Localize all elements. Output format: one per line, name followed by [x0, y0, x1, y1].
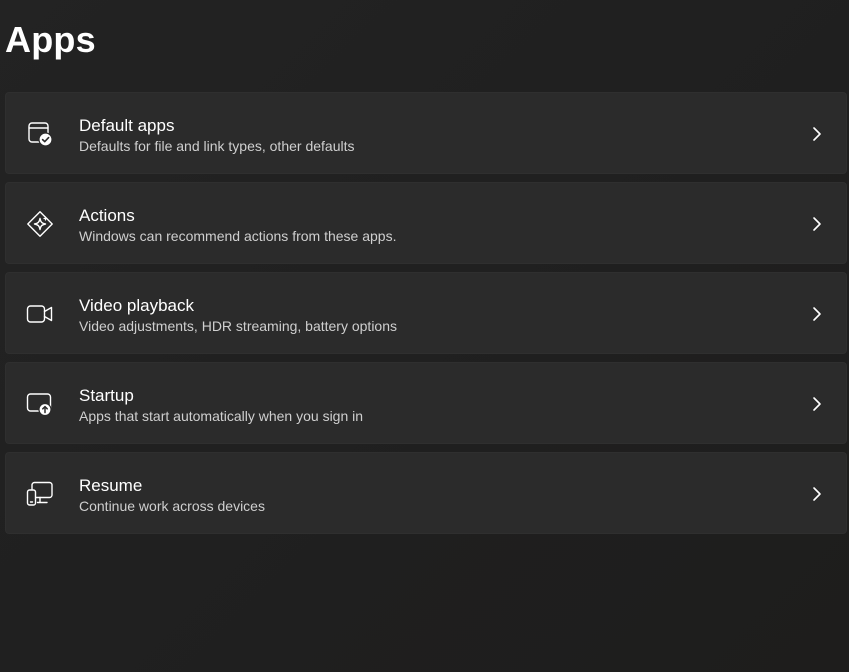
actions-sparkle-icon [26, 211, 54, 237]
settings-item-title: Default apps [79, 116, 175, 135]
settings-item-subtitle: Continue work across devices [79, 498, 265, 514]
settings-item-title: Resume [79, 476, 143, 495]
settings-item-actions[interactable]: Actions Windows can recommend actions fr… [5, 182, 847, 264]
default-apps-icon [26, 122, 54, 147]
chevron-right-icon [813, 127, 821, 141]
chevron-right-icon [813, 487, 821, 501]
settings-item-default-apps[interactable]: Default apps Defaults for file and link … [5, 92, 847, 174]
settings-item-title: Startup [79, 386, 134, 405]
settings-item-subtitle: Video adjustments, HDR streaming, batter… [79, 318, 398, 334]
settings-item-subtitle: Defaults for file and link types, other … [79, 138, 355, 154]
settings-item-video-playback[interactable]: Video playback Video adjustments, HDR st… [5, 272, 847, 354]
chevron-right-icon [813, 217, 821, 231]
settings-item-text: Actions Windows can recommend actions fr… [79, 205, 396, 245]
page-title: Apps [5, 19, 96, 60]
settings-item-subtitle: Apps that start automatically when you s… [79, 408, 364, 424]
apps-settings-list: Default apps Defaults for file and link … [5, 92, 847, 542]
chevron-right-icon [813, 397, 821, 411]
settings-item-subtitle: Windows can recommend actions from these… [79, 228, 397, 244]
apps-settings-page: Apps Default apps Defaults for file and … [0, 0, 849, 672]
settings-item-text: Resume Continue work across devices [79, 475, 265, 515]
settings-item-title: Actions [79, 206, 135, 225]
settings-item-resume[interactable]: Resume Continue work across devices [5, 452, 847, 534]
devices-icon [26, 481, 54, 506]
settings-item-startup[interactable]: Startup Apps that start automatically wh… [5, 362, 847, 444]
startup-icon [26, 392, 54, 417]
settings-item-text: Default apps Defaults for file and link … [79, 115, 354, 155]
settings-item-text: Video playback Video adjustments, HDR st… [79, 295, 397, 335]
settings-item-title: Video playback [79, 296, 194, 315]
video-camera-icon [26, 302, 54, 326]
chevron-right-icon [813, 307, 821, 321]
settings-item-text: Startup Apps that start automatically wh… [79, 385, 363, 425]
